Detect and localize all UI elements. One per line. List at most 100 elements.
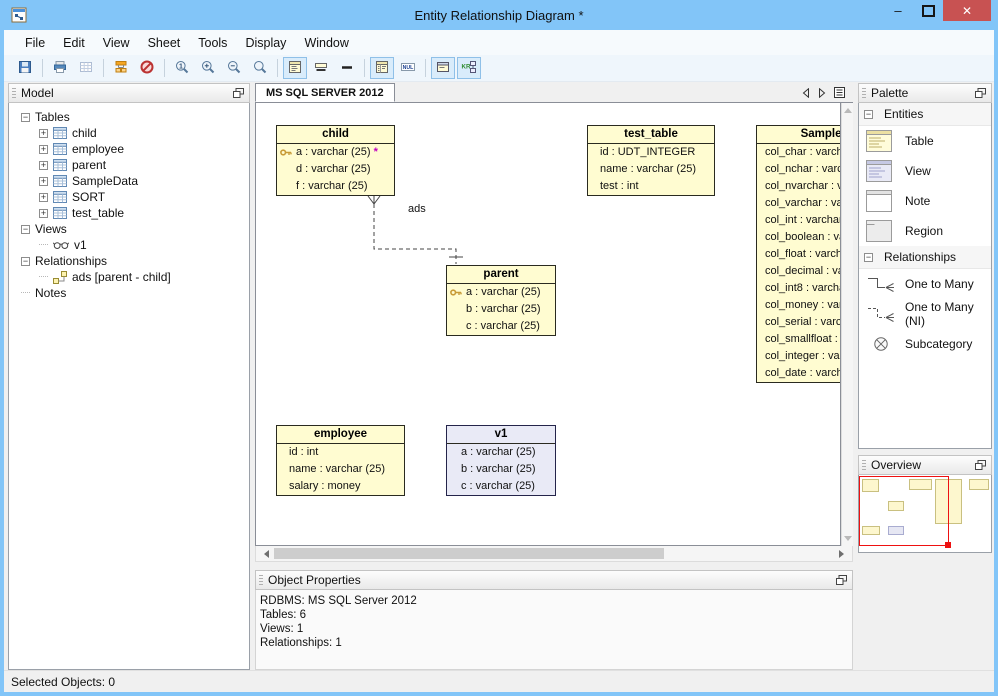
entity-column[interactable]: col_serial : varchar [757, 314, 840, 331]
tree-item-views[interactable]: − Views [9, 221, 249, 237]
palette-section-relationships[interactable]: − Relationships [859, 246, 991, 269]
tree-item-notes[interactable]: Notes [9, 285, 249, 301]
print-button[interactable] [48, 57, 72, 79]
collapse-icon[interactable]: − [864, 252, 873, 262]
entity-column[interactable]: a : varchar (25) [447, 444, 555, 461]
palette-item-table[interactable]: Table [859, 126, 991, 156]
menu-item-display[interactable]: Display [236, 36, 295, 50]
entity-employee[interactable]: employee id : int name : varchar (25) salar… [276, 425, 405, 496]
overview-viewport[interactable] [859, 476, 951, 548]
zoom-actual-button[interactable]: 1 [170, 57, 194, 79]
entity-column[interactable]: b : varchar (25) [447, 301, 555, 318]
expand-icon[interactable]: + [39, 128, 48, 138]
tree-item-test-table[interactable]: + test_table [9, 205, 249, 221]
horizontal-scroll-thumb[interactable] [274, 548, 664, 559]
entity-column[interactable]: col_smallfloat : varchar [757, 331, 840, 348]
palette-item-region[interactable]: Region [859, 216, 991, 246]
entity-column[interactable]: id : int [277, 444, 404, 461]
entity-child[interactable]: child a : varchar (25) * d : varchar (25) f… [276, 125, 395, 196]
menu-item-file[interactable]: File [16, 36, 54, 50]
entity-name[interactable]: child [277, 126, 394, 144]
entity-column[interactable]: col_varchar : varchar [757, 195, 840, 212]
save-button[interactable] [13, 57, 37, 79]
tree-item-tables[interactable]: − Tables [9, 109, 249, 125]
expand-icon[interactable]: + [39, 176, 48, 186]
entity-column[interactable]: f : varchar (25) [277, 178, 394, 195]
show-keys-button[interactable]: KR [457, 57, 481, 79]
scroll-right-icon[interactable] [839, 549, 848, 558]
tab-list-icon[interactable] [834, 87, 845, 98]
entity-column[interactable]: d : varchar (25) [277, 161, 394, 178]
canvas[interactable]: child a : varchar (25) * d : varchar (25) f… [255, 103, 841, 546]
palette-section-entities[interactable]: − Entities [859, 103, 991, 126]
entity-column[interactable]: a : varchar (25) [447, 284, 555, 301]
entity-name[interactable]: employee [277, 426, 404, 444]
menu-item-sheet[interactable]: Sheet [139, 36, 190, 50]
minimize-button[interactable]: – [883, 0, 913, 21]
expand-icon[interactable]: + [39, 144, 48, 154]
grid-button[interactable] [74, 57, 98, 79]
palette-float-button[interactable] [974, 87, 987, 99]
expand-icon[interactable]: + [39, 192, 48, 202]
entity-column[interactable]: b : varchar (25) [447, 461, 555, 478]
entity-column[interactable]: id : UDT_INTEGER [588, 144, 714, 161]
entity-column[interactable]: col_money : varchar [757, 297, 840, 314]
entity-column[interactable]: c : varchar (25) [447, 478, 555, 495]
palette-item-view[interactable]: View [859, 156, 991, 186]
entity-column[interactable]: test : int [588, 178, 714, 195]
menu-item-tools[interactable]: Tools [189, 36, 236, 50]
tree-item-child[interactable]: + child [9, 125, 249, 141]
entity-column[interactable]: name : varchar (25) [277, 461, 404, 478]
zoom-button[interactable] [248, 57, 272, 79]
entity-name[interactable]: SampleData [757, 126, 840, 144]
expand-icon[interactable]: + [39, 160, 48, 170]
entity-column[interactable]: col_char : varchar [757, 144, 840, 161]
entity-parent[interactable]: parent a : varchar (25) b : varchar (25) c … [446, 265, 556, 336]
menu-item-window[interactable]: Window [295, 36, 357, 50]
menu-item-view[interactable]: View [94, 36, 139, 50]
menu-item-edit[interactable]: Edit [54, 36, 94, 50]
entity-column[interactable]: col_int : varchar [757, 212, 840, 229]
overview-float-button[interactable] [974, 459, 987, 471]
palette-item-one-to-many-ni[interactable]: One to Many (NI) [859, 299, 991, 329]
entity-column[interactable]: col_date : varchar [757, 365, 840, 382]
entity-SampleData[interactable]: SampleData col_char : varchar col_nchar : … [756, 125, 840, 383]
tab-ms-sql-server-2012[interactable]: MS SQL SERVER 2012 [255, 83, 395, 102]
entity-name[interactable]: v1 [447, 426, 555, 444]
scroll-down-icon[interactable] [843, 536, 852, 545]
entity-column[interactable]: c : varchar (25) [447, 318, 555, 335]
tree-item-sort[interactable]: + SORT [9, 189, 249, 205]
vertical-scrollbar[interactable] [841, 103, 853, 546]
entity-column[interactable]: a : varchar (25) * [277, 144, 394, 161]
disabled-button[interactable] [135, 57, 159, 79]
zoom-out-button[interactable] [222, 57, 246, 79]
entity-name[interactable]: parent [447, 266, 555, 284]
entity-column[interactable]: col_boolean : varchar [757, 229, 840, 246]
maximize-button[interactable] [913, 0, 943, 21]
collapse-icon[interactable]: − [21, 256, 30, 266]
model-float-button[interactable] [232, 87, 245, 99]
tab-next-icon[interactable] [818, 87, 826, 98]
entity-v1[interactable]: v1 a : varchar (25) b : varchar (25) c : va… [446, 425, 556, 496]
tree-item-v1[interactable]: v1 [9, 237, 249, 253]
show-null-button[interactable]: NUL [396, 57, 420, 79]
view-title-button[interactable] [309, 57, 333, 79]
tab-prev-icon[interactable] [802, 87, 810, 98]
entity-column[interactable]: col_integer : varchar [757, 348, 840, 365]
close-button[interactable]: ✕ [943, 0, 991, 21]
tree-item-sampledata[interactable]: + SampleData [9, 173, 249, 189]
tree-item-employee[interactable]: + employee [9, 141, 249, 157]
zoom-in-button[interactable] [196, 57, 220, 79]
collapse-icon[interactable]: − [21, 224, 30, 234]
palette-item-note[interactable]: Note [859, 186, 991, 216]
tree-item-parent[interactable]: + parent [9, 157, 249, 173]
tree-item-relationships[interactable]: − Relationships [9, 253, 249, 269]
tree-item-ads-parent-child[interactable]: ads [parent - child] [9, 269, 249, 285]
view-line-button[interactable] [335, 57, 359, 79]
entity-column[interactable]: col_nchar : varchar [757, 161, 840, 178]
entity-column[interactable]: salary : money [277, 478, 404, 495]
scroll-up-icon[interactable] [843, 104, 852, 113]
horizontal-scrollbar[interactable] [255, 546, 853, 562]
entity-column[interactable]: col_int8 : varchar [757, 280, 840, 297]
show-window-button[interactable] [431, 57, 455, 79]
